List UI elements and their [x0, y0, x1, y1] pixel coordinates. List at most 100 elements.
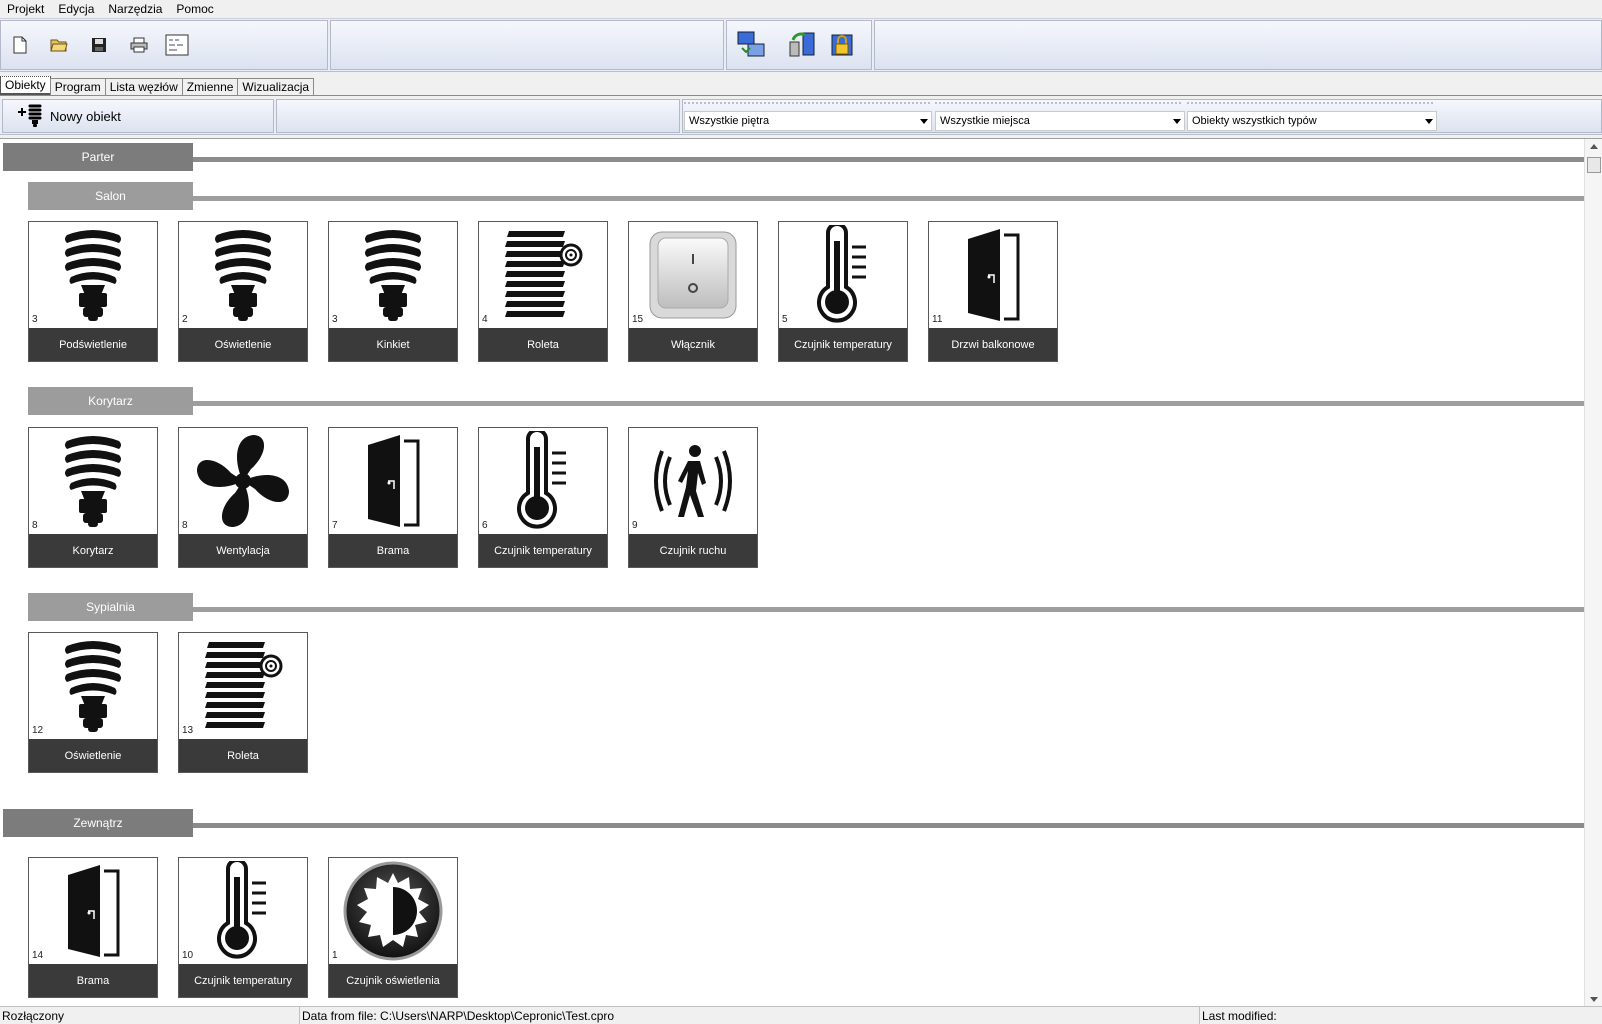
save-button[interactable] — [87, 33, 111, 57]
group-divider — [193, 401, 1584, 406]
object-tile[interactable]: 9 Czujnik ruchu — [628, 427, 758, 568]
group-header-parter[interactable]: Parter — [3, 143, 193, 171]
upload-button[interactable] — [786, 29, 818, 61]
group-header-korytarz[interactable]: Korytarz — [28, 387, 193, 415]
object-id: 6 — [482, 520, 488, 531]
object-label: Czujnik ruchu — [629, 534, 757, 567]
object-label: Włącznik — [629, 328, 757, 361]
object-tile[interactable]: 11 Drzwi balkonowe — [928, 221, 1058, 362]
object-tile[interactable]: 5 Czujnik temperatury — [778, 221, 908, 362]
export-button[interactable] — [165, 33, 189, 57]
blind-icon — [179, 633, 307, 739]
add-bulb-icon — [18, 104, 42, 127]
object-label: Drzwi balkonowe — [929, 328, 1057, 361]
type-dropdown-value: Obiekty wszystkich typów — [1192, 115, 1317, 127]
object-label: Brama — [329, 534, 457, 567]
object-tile[interactable]: 8 Korytarz — [28, 427, 158, 568]
tab-program[interactable]: Program — [49, 78, 106, 96]
scrollbar-thumb[interactable] — [1587, 157, 1601, 173]
object-tile[interactable]: 12 Oświetlenie — [28, 632, 158, 773]
menu-projekt[interactable]: Projekt — [0, 1, 51, 17]
object-id: 14 — [32, 950, 44, 961]
object-tile[interactable]: 13 Roleta — [178, 632, 308, 773]
object-id: 8 — [32, 520, 38, 531]
status-bar: Rozłączony Data from file: C:\Users\NARP… — [0, 1006, 1602, 1024]
group-header-salon[interactable]: Salon — [28, 182, 193, 210]
floor-dropdown[interactable]: Wszystkie piętra — [684, 111, 932, 131]
object-id: 5 — [782, 314, 788, 325]
tab-wizualizacja[interactable]: Wizualizacja — [237, 78, 315, 96]
object-tile[interactable]: 4 Roleta — [478, 221, 608, 362]
save-icon — [92, 38, 106, 52]
object-id: 1 — [332, 950, 338, 961]
object-label: Oświetlenie — [179, 328, 307, 361]
floor-handle — [684, 102, 930, 108]
tab-divider — [0, 95, 1602, 96]
filter-spacer — [276, 99, 680, 133]
vertical-scrollbar[interactable] — [1584, 139, 1602, 1006]
object-tile[interactable]: 3 Kinkiet — [328, 221, 458, 362]
object-label: Podświetlenie — [29, 328, 157, 361]
light-icon — [329, 858, 457, 964]
object-tile[interactable]: 8 Wentylacja — [178, 427, 308, 568]
bulb-icon — [329, 222, 457, 328]
objects-canvas: Parter Salon 3 Podświetlenie 2 Oświetlenie 3 Ki… — [0, 138, 1602, 1006]
object-tile[interactable]: 15 Włącznik — [628, 221, 758, 362]
motion-icon — [629, 428, 757, 534]
file-path: Data from file: C:\Users\NARP\Desktop\Ce… — [300, 1007, 1200, 1024]
blind-icon — [479, 222, 607, 328]
object-id: 3 — [332, 314, 338, 325]
sync-button[interactable] — [736, 29, 768, 61]
type-dropdown[interactable]: Obiekty wszystkich typów — [1187, 111, 1437, 131]
object-label: Czujnik temperatury — [479, 534, 607, 567]
tab-strip: Obiekty Program Lista węzłów Zmienne Wiz… — [0, 76, 315, 96]
object-label: Roleta — [179, 739, 307, 772]
object-id: 2 — [182, 314, 188, 325]
object-tile[interactable]: 10 Czujnik temperatury — [178, 857, 308, 998]
place-dropdown-value: Wszystkie miejsca — [940, 115, 1030, 127]
last-modified: Last modified: — [1202, 1009, 1277, 1023]
toolbar-spacer — [330, 20, 724, 70]
filter-bar: Nowy obiekt Wszystkie piętra Wszystkie m… — [0, 99, 1602, 135]
object-id: 4 — [482, 314, 488, 325]
toolbar — [0, 18, 1602, 72]
type-handle — [1187, 102, 1433, 108]
place-dropdown[interactable]: Wszystkie miejsca — [935, 111, 1185, 131]
place-handle — [935, 102, 1181, 108]
object-tile[interactable]: 1 Czujnik oświetlenia — [328, 857, 458, 998]
open-button[interactable] — [47, 33, 71, 57]
lock-button[interactable] — [826, 29, 858, 61]
tab-lista-wezlow[interactable]: Lista węzłów — [104, 78, 183, 96]
new-file-button[interactable] — [8, 33, 32, 57]
scroll-down-icon[interactable] — [1590, 997, 1598, 1002]
scroll-up-icon[interactable] — [1590, 144, 1598, 149]
group-divider — [193, 823, 1584, 828]
tab-zmienne[interactable]: Zmienne — [181, 78, 239, 96]
object-tile[interactable]: 6 Czujnik temperatury — [478, 427, 608, 568]
menu-narzedzia[interactable]: Narzędzia — [101, 1, 169, 17]
object-label: Brama — [29, 964, 157, 997]
fan-icon — [179, 428, 307, 534]
group-header-sypialnia[interactable]: Sypialnia — [28, 593, 193, 621]
bulb-icon — [29, 428, 157, 534]
object-id: 13 — [182, 725, 194, 736]
object-id: 3 — [32, 314, 38, 325]
export-icon — [165, 34, 189, 56]
menu-pomoc[interactable]: Pomoc — [169, 1, 220, 17]
lock-icon — [831, 34, 853, 56]
print-button[interactable] — [127, 33, 151, 57]
object-tile[interactable]: 14 Brama — [28, 857, 158, 998]
group-header-zewnątrz[interactable]: Zewnątrz — [3, 809, 193, 837]
menu-edycja[interactable]: Edycja — [51, 1, 101, 17]
switch-icon — [629, 222, 757, 328]
object-tile[interactable]: 7 Brama — [328, 427, 458, 568]
connection-status: Rozłączony — [0, 1007, 300, 1024]
object-label: Wentylacja — [179, 534, 307, 567]
object-tile[interactable]: 3 Podświetlenie — [28, 221, 158, 362]
new-object-button[interactable]: Nowy obiekt — [16, 102, 121, 130]
new-file-icon — [13, 36, 27, 54]
object-tile[interactable]: 2 Oświetlenie — [178, 221, 308, 362]
thermo-icon — [779, 222, 907, 328]
toolbar-empty — [874, 20, 1602, 70]
tab-obiekty[interactable]: Obiekty — [0, 76, 51, 96]
